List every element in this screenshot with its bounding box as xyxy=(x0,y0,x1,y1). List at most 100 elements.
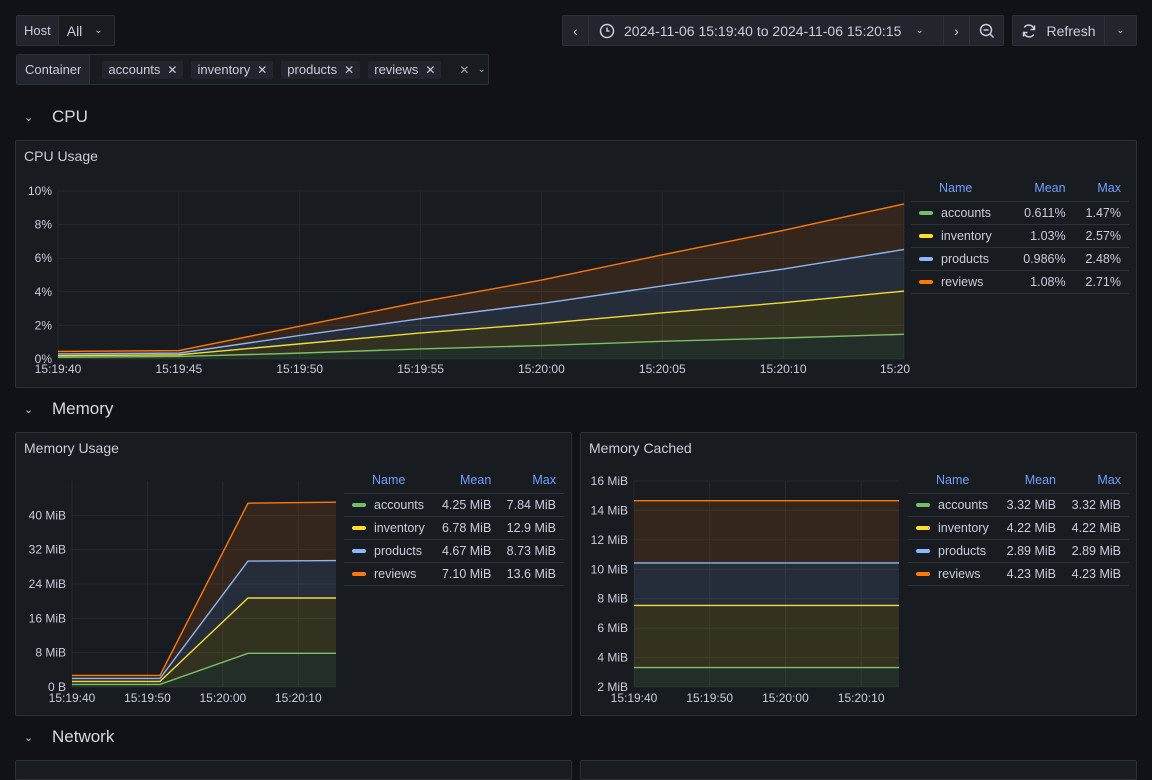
legend-header-mean[interactable]: Mean xyxy=(1010,179,1073,201)
x-tick-label: 15:20 xyxy=(880,362,910,376)
legend-max-value: 3.32 MiB xyxy=(1064,492,1129,516)
panel-memory-cached: Memory Cached 2 MiB 4 MiB 6 MiB 8 MiB 10 MiB… xyxy=(580,432,1137,716)
area-accounts xyxy=(634,667,899,687)
y-tick-label: 8 MiB xyxy=(597,592,628,606)
panel-memory-usage: Memory Usage 0 B8 MiB 16 MiB 24 MiB 32 MiB 4… xyxy=(15,432,572,716)
series-color-swatch xyxy=(916,572,930,577)
y-tick-label: 16 MiB xyxy=(29,611,66,625)
y-tick-label: 16 MiB xyxy=(591,474,628,488)
collapse-chevron-icon: ⌄ xyxy=(24,403,34,416)
row-title: Network xyxy=(52,727,115,746)
container-chip: products ✕ xyxy=(281,60,361,79)
y-tick-label: 14 MiB xyxy=(591,503,628,517)
time-range-picker[interactable]: 2024-11-06 15:19:40 to 2024-11-06 15:20:… xyxy=(588,15,944,46)
legend-mean-value: 2.89 MiB xyxy=(999,538,1064,562)
row-title: CPU xyxy=(52,107,88,126)
chip-label: products xyxy=(287,62,338,77)
remove-chip-icon[interactable]: ✕ xyxy=(344,63,354,77)
legend-series-name[interactable]: products xyxy=(911,246,1011,270)
x-tick-label: 15:19:40 xyxy=(49,691,96,705)
legend-max-value: 13.6 MiB xyxy=(499,561,564,586)
legend-header-name[interactable]: Name xyxy=(908,471,999,493)
chip-label: reviews xyxy=(374,62,419,77)
clear-all-icon[interactable]: ✕ xyxy=(459,63,469,77)
legend-header-max[interactable]: Max xyxy=(499,471,564,493)
zoom-out-icon xyxy=(979,23,994,38)
legend-header-max[interactable]: Max xyxy=(1064,471,1129,493)
row-memory[interactable]: ⌄ Memory xyxy=(24,399,113,419)
area-products xyxy=(634,562,899,606)
row-cpu[interactable]: ⌄ CPU xyxy=(24,107,88,127)
host-variable: Host All ⌄ xyxy=(16,15,115,46)
zoom-out-button[interactable] xyxy=(969,15,1004,46)
chevron-down-icon[interactable]: ⌄ xyxy=(477,64,485,75)
host-select[interactable]: All ⌄ xyxy=(59,23,114,39)
time-shift-back-button[interactable]: ‹ xyxy=(562,15,589,46)
legend-row-inventory[interactable]: inventory 1.03% 2.57% xyxy=(911,223,1129,247)
legend-row-accounts[interactable]: accounts 3.32 MiB 3.32 MiB xyxy=(908,492,1129,516)
legend-header-max[interactable]: Max xyxy=(1074,179,1129,201)
legend-row-reviews[interactable]: reviews 7.10 MiB 13.6 MiB xyxy=(344,561,564,586)
chip-label: accounts xyxy=(108,62,161,77)
legend-mean-value: 7.10 MiB xyxy=(434,561,500,586)
area-reviews xyxy=(634,500,899,563)
legend-row-products[interactable]: products 0.986% 2.48% xyxy=(911,246,1129,270)
x-tick-label: 15:19:45 xyxy=(155,362,202,376)
host-variable-label: Host xyxy=(17,16,59,45)
x-tick-label: 15:20:10 xyxy=(760,362,807,376)
legend-series-name[interactable]: accounts xyxy=(908,492,1000,516)
time-shift-forward-button[interactable]: › xyxy=(943,15,970,46)
legend-max-value: 8.73 MiB xyxy=(499,538,564,562)
remove-chip-icon[interactable]: ✕ xyxy=(425,63,435,77)
legend-series-name[interactable]: reviews xyxy=(344,561,435,586)
legend-header-name[interactable]: Name xyxy=(344,471,435,493)
legend-row-accounts[interactable]: accounts 0.611% 1.47% xyxy=(911,200,1129,224)
legend-row-products[interactable]: products 2.89 MiB 2.89 MiB xyxy=(908,538,1129,562)
legend-max-value: 4.22 MiB xyxy=(1064,515,1129,539)
legend-table: Name Mean Max accounts 4.25 MiB 7.84 MiB in… xyxy=(344,471,564,586)
legend-series-name[interactable]: reviews xyxy=(908,561,1000,586)
remove-chip-icon[interactable]: ✕ xyxy=(257,63,267,77)
legend-series-name[interactable]: inventory xyxy=(911,223,1011,247)
legend-row-reviews[interactable]: reviews 4.23 MiB 4.23 MiB xyxy=(908,561,1129,586)
x-tick-label: 15:19:50 xyxy=(686,691,733,705)
legend-row-accounts[interactable]: accounts 4.25 MiB 7.84 MiB xyxy=(344,492,564,516)
legend-series-name[interactable]: reviews xyxy=(911,269,1011,294)
chevron-right-icon: › xyxy=(954,22,959,39)
legend-row-inventory[interactable]: inventory 6.78 MiB 12.9 MiB xyxy=(344,515,564,539)
remove-chip-icon[interactable]: ✕ xyxy=(167,63,177,77)
container-multiselect[interactable]: accounts ✕ inventory ✕ products ✕ reviews ✕ … xyxy=(90,55,488,84)
legend-header-mean[interactable]: Mean xyxy=(999,471,1064,493)
x-tick-label: 15:20:00 xyxy=(762,691,809,705)
container-variable: Container accounts ✕ inventory ✕ products ✕… xyxy=(16,54,489,85)
container-chip: reviews ✕ xyxy=(368,60,442,79)
legend-header-mean[interactable]: Mean xyxy=(435,471,500,493)
chevron-left-icon: ‹ xyxy=(573,22,578,39)
series-color-swatch xyxy=(919,211,933,216)
container-variable-label: Container xyxy=(17,55,91,84)
time-range-text: 2024-11-06 15:19:40 to 2024-11-06 15:20:… xyxy=(624,22,902,39)
legend-series-name[interactable]: accounts xyxy=(344,492,435,516)
legend-header-name[interactable]: Name xyxy=(911,179,1010,201)
collapse-chevron-icon: ⌄ xyxy=(24,111,34,124)
panel-network-1 xyxy=(15,760,572,780)
legend-series-name[interactable]: inventory xyxy=(344,515,435,539)
memory-cached-chart: 2 MiB4 MiB6 MiB8 MiB10 MiB12 MiB14 MiB16… xyxy=(591,474,899,705)
legend-mean-value: 4.25 MiB xyxy=(434,492,500,516)
legend-row-products[interactable]: products 4.67 MiB 8.73 MiB xyxy=(344,538,564,562)
x-tick-label: 15:20:00 xyxy=(518,362,565,376)
legend-series-name[interactable]: accounts xyxy=(911,200,1011,224)
y-tick-label: 32 MiB xyxy=(29,543,66,557)
legend-row-inventory[interactable]: inventory 4.22 MiB 4.22 MiB xyxy=(908,515,1129,539)
refresh-button[interactable]: Refresh xyxy=(1012,15,1105,46)
row-network[interactable]: ⌄ Network xyxy=(24,727,114,747)
y-tick-label: 6 MiB xyxy=(597,621,628,635)
refresh-interval-dropdown[interactable]: ⌄ xyxy=(1104,15,1137,46)
x-tick-label: 15:19:50 xyxy=(124,691,171,705)
legend-series-name[interactable]: products xyxy=(908,538,1000,562)
legend-row-reviews[interactable]: reviews 1.08% 2.71% xyxy=(911,269,1129,294)
legend-table: Name Mean Max accounts 0.611% 1.47% invento… xyxy=(911,179,1129,294)
x-tick-label: 15:19:40 xyxy=(35,362,82,376)
legend-series-name[interactable]: inventory xyxy=(908,515,1000,539)
legend-series-name[interactable]: products xyxy=(344,538,435,562)
